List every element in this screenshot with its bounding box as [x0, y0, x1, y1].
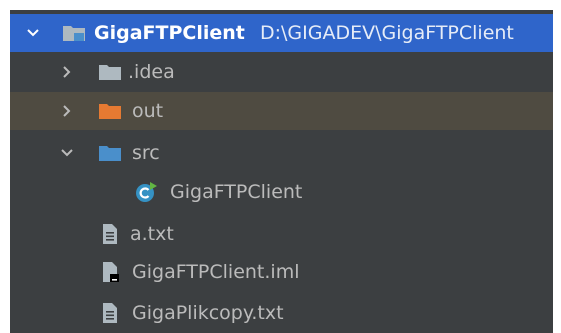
text-file-icon — [102, 302, 118, 329]
folder-icon — [98, 63, 122, 86]
tree-row-a-txt[interactable]: a.txt — [10, 215, 553, 253]
java-class-icon — [134, 181, 158, 208]
chevron-right-icon[interactable] — [58, 102, 76, 120]
text-file-icon — [102, 223, 118, 250]
tree-row-idea[interactable]: .idea — [10, 53, 553, 91]
tree-item-label: a.txt — [130, 223, 174, 245]
tree-item-label: out — [132, 100, 164, 122]
tree-item-label: GigaFTPClient.iml — [132, 261, 300, 283]
chevron-down-icon[interactable] — [58, 144, 76, 162]
tree-root-path: D:\GIGADEV\GigaFTPClient — [260, 22, 514, 44]
tree-row-iml[interactable]: GigaFTPClient.iml — [10, 253, 553, 291]
tree-item-label: GigaFTPClient — [170, 181, 303, 203]
source-folder-icon — [98, 144, 122, 167]
excluded-folder-icon — [98, 102, 122, 125]
tree-item-label: .idea — [128, 61, 175, 83]
tree-item-label: src — [132, 142, 160, 164]
iml-file-icon — [102, 261, 120, 288]
tree-row-src[interactable]: src — [10, 134, 553, 172]
tree-row-root[interactable]: GigaFTPClient D:\GIGADEV\GigaFTPClient — [10, 14, 553, 52]
chevron-down-icon[interactable] — [24, 24, 42, 42]
tree-root-label: GigaFTPClient — [94, 22, 245, 44]
chevron-right-icon[interactable] — [58, 63, 76, 81]
tree-row-out[interactable]: out — [10, 92, 553, 130]
tree-row-copy-txt[interactable]: GigaPlikcopy.txt — [10, 294, 553, 332]
project-tree-panel: GigaFTPClient D:\GIGADEV\GigaFTPClient .… — [10, 10, 553, 333]
tree-item-label: GigaPlikcopy.txt — [132, 302, 284, 324]
module-folder-icon — [62, 24, 86, 47]
tree-row-class[interactable]: GigaFTPClient — [10, 173, 553, 211]
